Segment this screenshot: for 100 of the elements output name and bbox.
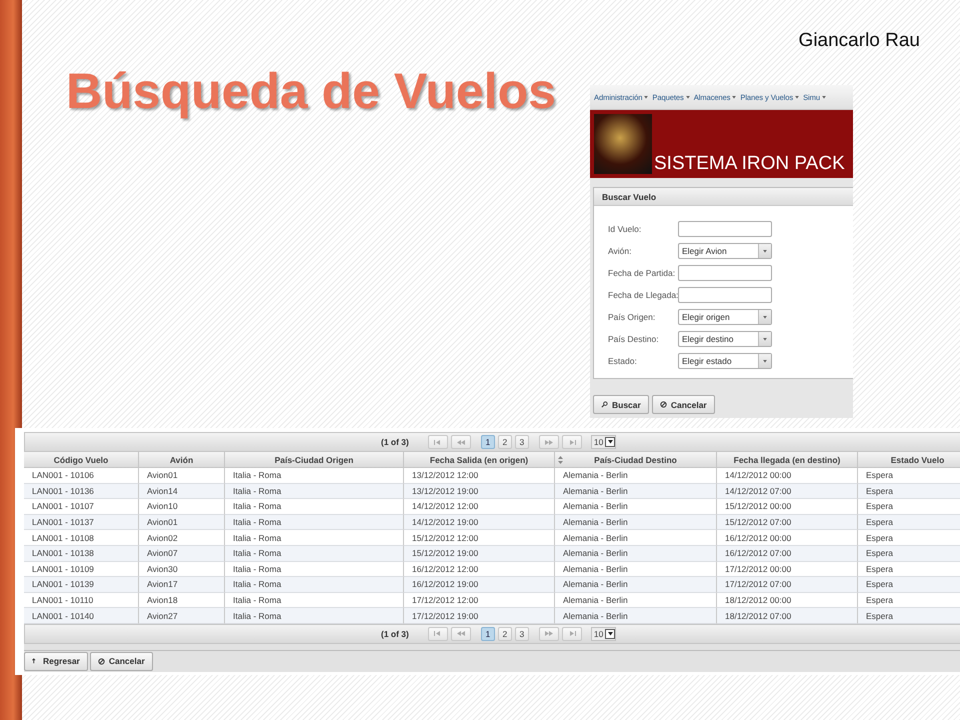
last-page-button[interactable] bbox=[562, 435, 582, 449]
table-cell: Avion01 bbox=[139, 514, 225, 530]
caret-icon bbox=[763, 338, 767, 340]
table-cell: Italia - Roma bbox=[225, 484, 404, 500]
page-button[interactable]: 3 bbox=[514, 435, 529, 449]
input-field[interactable] bbox=[678, 221, 772, 237]
column-header[interactable]: País-Ciudad Origen bbox=[225, 452, 404, 468]
table-cell: LAN001 - 10137 bbox=[24, 514, 139, 530]
cancel-icon bbox=[660, 401, 667, 408]
table-cell: Alemania - Berlin bbox=[555, 546, 717, 562]
panel-title: Buscar Vuelo bbox=[594, 188, 853, 206]
table-cell: Espera bbox=[858, 577, 960, 593]
table-cell: Italia - Roma bbox=[225, 499, 404, 515]
table-cell: LAN001 - 10109 bbox=[24, 562, 139, 578]
table-cell: LAN001 - 10138 bbox=[24, 546, 139, 562]
next-page-button[interactable] bbox=[538, 435, 559, 449]
table-cell: LAN001 - 10107 bbox=[24, 499, 139, 515]
table-cell: Alemania - Berlin bbox=[555, 514, 717, 530]
table-cell: LAN001 - 10140 bbox=[24, 608, 139, 624]
table-cell: Avion07 bbox=[139, 546, 225, 562]
page-button[interactable]: 2 bbox=[498, 626, 512, 641]
rows-per-page-select[interactable]: 10 bbox=[590, 626, 616, 641]
field-label: Avión: bbox=[608, 246, 632, 256]
table-cell: 14/12/2012 00:00 bbox=[717, 468, 858, 484]
table-cell: Espera bbox=[858, 468, 960, 484]
column-header[interactable]: Código Vuelo bbox=[24, 452, 139, 468]
page-button[interactable]: 1 bbox=[480, 626, 495, 641]
table-cell: 14/12/2012 19:00 bbox=[404, 514, 555, 530]
skip-start-icon bbox=[434, 631, 442, 636]
table-cell: 16/12/2012 12:00 bbox=[404, 562, 555, 578]
search-icon bbox=[601, 401, 608, 408]
table-cell: 15/12/2012 12:00 bbox=[404, 530, 555, 546]
author-name: Giancarlo Rau bbox=[798, 30, 920, 52]
column-header[interactable]: Estado Vuelo bbox=[858, 452, 960, 468]
field-label: Fecha de Llegada: bbox=[608, 290, 678, 300]
table-cell: Alemania - Berlin bbox=[555, 530, 717, 546]
previous-page-button[interactable] bbox=[450, 435, 471, 449]
table-cell: Italia - Roma bbox=[225, 608, 404, 624]
table-cell: Italia - Roma bbox=[225, 592, 404, 608]
back-button[interactable]: Regresar bbox=[24, 652, 88, 671]
column-header[interactable]: País-Ciudad Destino bbox=[555, 452, 717, 468]
table-cell: Avion10 bbox=[139, 499, 225, 515]
table-cell: Avion17 bbox=[139, 577, 225, 593]
last-page-button[interactable] bbox=[562, 626, 582, 641]
skip-start-icon bbox=[434, 440, 442, 444]
table-cell: LAN001 - 10110 bbox=[24, 592, 139, 608]
previous-page-button[interactable] bbox=[450, 626, 471, 641]
column-header[interactable]: Fecha Salida (en origen) bbox=[404, 452, 555, 468]
table-cell: LAN001 - 10139 bbox=[24, 577, 139, 593]
column-header[interactable]: Fecha llegada (en destino) bbox=[717, 452, 858, 468]
table-cell: Alemania - Berlin bbox=[555, 468, 717, 484]
table-cell: Italia - Roma bbox=[225, 468, 404, 484]
field-label: Id Vuelo: bbox=[608, 224, 642, 234]
page-button[interactable]: 1 bbox=[480, 435, 495, 449]
table-cell: 17/12/2012 00:00 bbox=[717, 562, 858, 578]
dropdown-field[interactable]: Elegir origen bbox=[678, 309, 772, 325]
next-page-button[interactable] bbox=[538, 626, 559, 641]
banner-title: SISTEMA IRON PACK bbox=[654, 154, 845, 175]
table-cell: LAN001 - 10106 bbox=[24, 468, 139, 484]
first-page-button[interactable] bbox=[428, 626, 448, 641]
field-label: País Origen: bbox=[608, 312, 656, 322]
table-cell: 14/12/2012 07:00 bbox=[717, 484, 858, 500]
table-cell: Avion30 bbox=[139, 562, 225, 578]
dropdown-field[interactable]: Elegir estado bbox=[678, 353, 772, 369]
rows-per-page-select[interactable]: 10 bbox=[590, 435, 616, 449]
table-cell: Avion14 bbox=[139, 484, 225, 500]
caret-icon bbox=[644, 96, 648, 98]
caret-icon bbox=[686, 96, 690, 98]
first-page-button[interactable] bbox=[428, 435, 448, 449]
caret-icon bbox=[732, 96, 736, 98]
table-cell: Alemania - Berlin bbox=[555, 608, 717, 624]
table-cell: Espera bbox=[858, 530, 960, 546]
table-cell: Italia - Roma bbox=[225, 577, 404, 593]
table-cell: Alemania - Berlin bbox=[555, 577, 717, 593]
table-cell: 15/12/2012 07:00 bbox=[717, 514, 858, 530]
cancel-button[interactable]: Cancelar bbox=[90, 652, 153, 671]
table-cell: Italia - Roma bbox=[225, 546, 404, 562]
dropdown-field[interactable]: Elegir Avion bbox=[678, 243, 772, 259]
page-button[interactable]: 3 bbox=[514, 626, 529, 641]
page-button[interactable]: 2 bbox=[498, 435, 512, 449]
search-button[interactable]: Buscar bbox=[593, 395, 649, 414]
caret-icon bbox=[763, 250, 767, 252]
input-field[interactable] bbox=[678, 287, 772, 303]
table-cell: Espera bbox=[858, 546, 960, 562]
column-header[interactable]: Avión bbox=[139, 452, 225, 468]
dropdown-field[interactable]: Elegir destino bbox=[678, 331, 772, 347]
table-cell: Avion01 bbox=[139, 468, 225, 484]
table-cell: Avion27 bbox=[139, 608, 225, 624]
rewind-icon bbox=[456, 440, 465, 444]
table-cell: 16/12/2012 19:00 bbox=[404, 577, 555, 593]
table-cell: 13/12/2012 19:00 bbox=[404, 484, 555, 500]
table-cell: Espera bbox=[858, 499, 960, 515]
caret-icon bbox=[763, 360, 767, 362]
fast-forward-icon bbox=[544, 631, 553, 636]
table-cell: Alemania - Berlin bbox=[555, 499, 717, 515]
table-cell: 15/12/2012 19:00 bbox=[404, 546, 555, 562]
table-cell: Italia - Roma bbox=[225, 562, 404, 578]
table-cell: Avion02 bbox=[139, 530, 225, 546]
cancel-button[interactable]: Cancelar bbox=[652, 395, 715, 414]
input-field[interactable] bbox=[678, 265, 772, 281]
